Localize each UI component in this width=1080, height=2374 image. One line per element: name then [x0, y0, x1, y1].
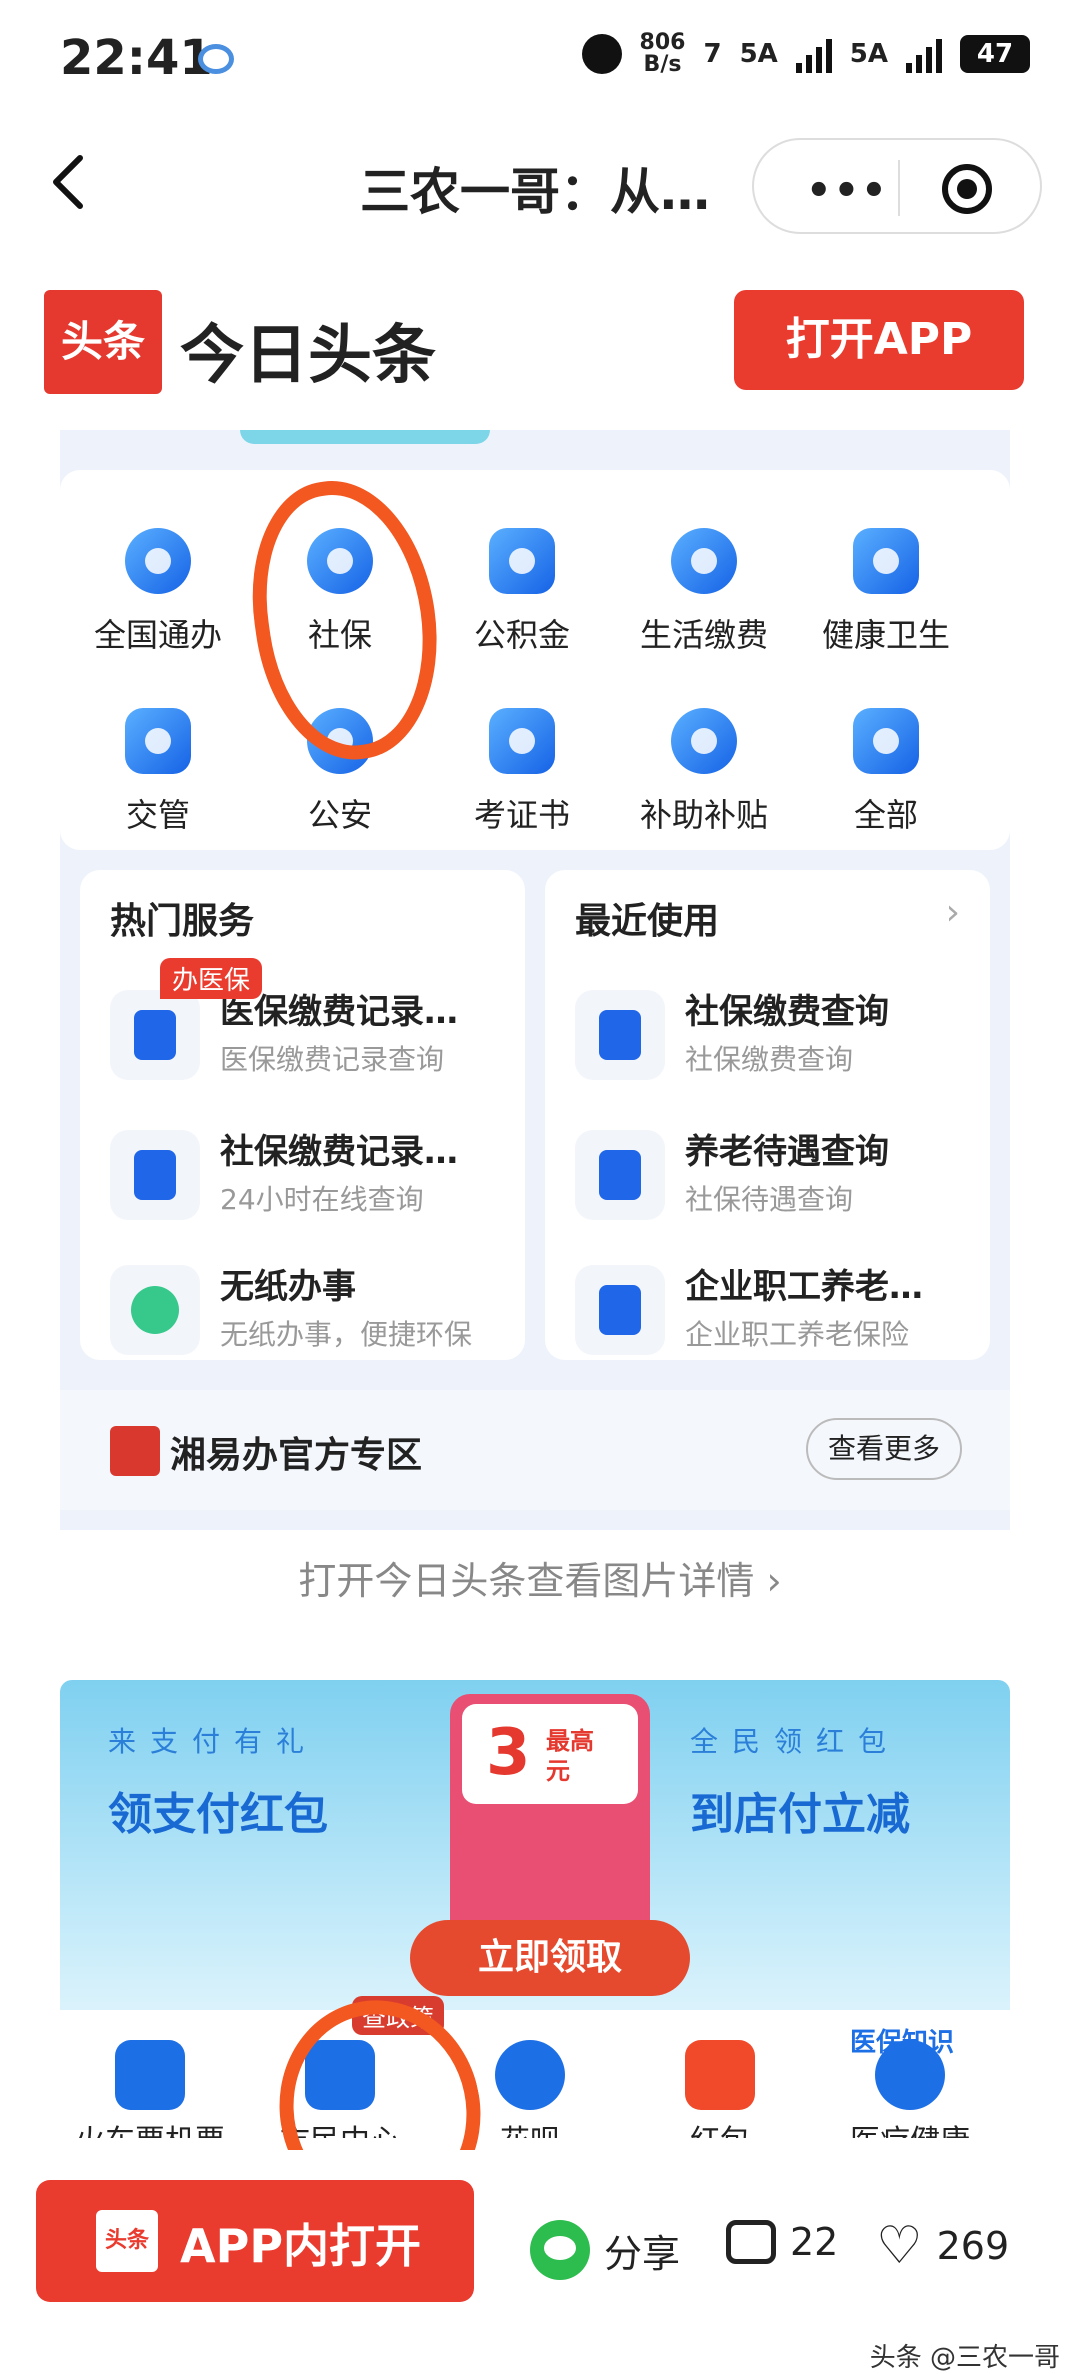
official-zone: 湘易办官方专区 查看更多 [60, 1390, 1010, 1510]
open-in-app-button[interactable]: 头条 APP内打开 [36, 2180, 474, 2302]
close-target-button[interactable] [942, 164, 992, 214]
signal-icon-2 [906, 35, 942, 73]
comment-button[interactable]: 22 [726, 2220, 838, 2264]
image-top-strip [240, 430, 490, 444]
recent-item[interactable]: 企业职工养老… 企业职工养老保险 [575, 1255, 985, 1375]
bottom-bar: 头条 APP内打开 分享 22 ♡ 269 头条 @三农一哥 [0, 2150, 1080, 2374]
house-icon [489, 528, 555, 594]
chevron-right-icon[interactable]: › [946, 892, 960, 933]
globe-icon [125, 528, 191, 594]
recent-item[interactable]: 社保缴费查询 社保缴费查询 [575, 980, 985, 1100]
page-title: 三农一哥：从… [360, 163, 710, 221]
service-item[interactable]: 无纸办事 无纸办事，便捷环保 [110, 1255, 520, 1375]
recent-item[interactable]: 养老待遇查询 社保待遇查询 [575, 1120, 985, 1240]
huabei-icon [495, 2040, 565, 2110]
share-button[interactable]: 分享 [530, 2220, 680, 2280]
app-name: 今日头条 [180, 319, 436, 393]
hot-services-panel: 热门服务 医保缴费记录… 医保缴费记录查询 办医保 社保缴费记录… 24小时在线… [80, 870, 525, 1360]
status-bar: 22:41 806 B/s 7 5A 5A 47 [0, 0, 1080, 120]
medical-knowledge-label: 医保知识 [850, 2028, 955, 2058]
ad-image[interactable]: 来支付有礼 领支付红包 全民领红包 到店付立减 3 最高元 立即领取 火车票机票… [60, 1680, 1010, 2150]
car-icon [125, 708, 191, 774]
comment-icon [726, 2220, 776, 2264]
alarm-icon [581, 34, 622, 74]
recent-panel: 最近使用 › 社保缴费查询 社保缴费查询 养老待遇查询 社保待遇查询 企业职工养… [545, 870, 990, 1360]
certificate-icon [489, 708, 555, 774]
sim1-label: 5A [739, 39, 778, 69]
nav-bar: 三农一哥：从… ••• [0, 120, 1080, 250]
status-time: 22:41 [60, 30, 213, 86]
mini-program-capsule: ••• [752, 138, 1042, 234]
document-search-icon [575, 1265, 665, 1355]
article-image[interactable]: 全国通办 社保 公积金 生活缴费 健康卫生 交管 公安 考证书 补助补贴 全部 … [60, 430, 1010, 1530]
battery-icon: 47 [960, 35, 1030, 73]
paperless-icon [110, 1265, 200, 1355]
toutiao-mini-logo: 头条 [96, 2210, 158, 2272]
grid-item-health[interactable]: 健康卫生 [796, 520, 976, 690]
chat-notification-icon [198, 44, 234, 74]
toutiao-header: 头条 今日头条 打开APP [0, 260, 1080, 420]
shield-yen-icon [575, 990, 665, 1080]
claim-button[interactable]: 立即领取 [410, 1920, 690, 1996]
medical-card-icon [110, 990, 200, 1080]
grid-item-national[interactable]: 全国通办 [68, 520, 248, 690]
red-packet-icon [685, 2040, 755, 2110]
hot-services-title: 热门服务 [110, 901, 255, 942]
grid-item-certificate[interactable]: 考证书 [432, 700, 612, 870]
xiangyiban-logo [110, 1426, 160, 1476]
heart-icon: ♡ [876, 2216, 923, 2276]
ad-shortcut[interactable]: 火车票机票 [60, 2010, 240, 2138]
capsule-divider [898, 160, 900, 216]
view-more-button[interactable]: 查看更多 [806, 1418, 962, 1480]
grid-icon [853, 708, 919, 774]
network-speed: 806 B/s [639, 30, 686, 77]
bolt-icon [671, 528, 737, 594]
ad-shortcut[interactable]: 红包 [630, 2010, 810, 2138]
toutiao-logo: 头条 [44, 290, 162, 394]
shield-plus-icon [853, 528, 919, 594]
train-plane-icon [115, 2040, 185, 2110]
like-button[interactable]: ♡ 269 [876, 2220, 1009, 2272]
more-button[interactable]: ••• [806, 168, 889, 214]
grid-item-housing-fund[interactable]: 公积金 [432, 520, 612, 690]
medical-insurance-tag: 办医保 [160, 958, 263, 999]
grid-item-traffic[interactable]: 交管 [68, 700, 248, 870]
money-bag-icon [671, 708, 737, 774]
signal-icon [795, 35, 832, 73]
back-arrow-icon[interactable] [42, 152, 102, 212]
pension-card-icon [575, 1130, 665, 1220]
grid-item-all[interactable]: 全部 [796, 700, 976, 870]
grid-item-subsidy[interactable]: 补助补贴 [614, 700, 794, 870]
status-icons: 806 B/s 7 5A 5A 47 [581, 30, 1030, 77]
watermark: 头条 @三农一哥 [869, 2343, 1060, 2373]
grid-item-utilities[interactable]: 生活缴费 [614, 520, 794, 690]
zone-title: 湘易办官方专区 [170, 1435, 423, 1476]
service-item[interactable]: 社保缴费记录… 24小时在线查询 [110, 1120, 520, 1240]
sim2-label: 5A [849, 39, 888, 69]
open-image-hint[interactable]: 打开今日头条查看图片详情 › [0, 1550, 1080, 1605]
recent-title: 最近使用 [575, 901, 720, 942]
open-app-button[interactable]: 打开APP [734, 290, 1024, 390]
wechat-icon [530, 2220, 590, 2280]
wifi-icon: 7 [703, 39, 722, 69]
document-yen-icon [110, 1130, 200, 1220]
services-grid: 全国通办 社保 公积金 生活缴费 健康卫生 交管 公安 考证书 补助补贴 全部 [60, 470, 1010, 850]
